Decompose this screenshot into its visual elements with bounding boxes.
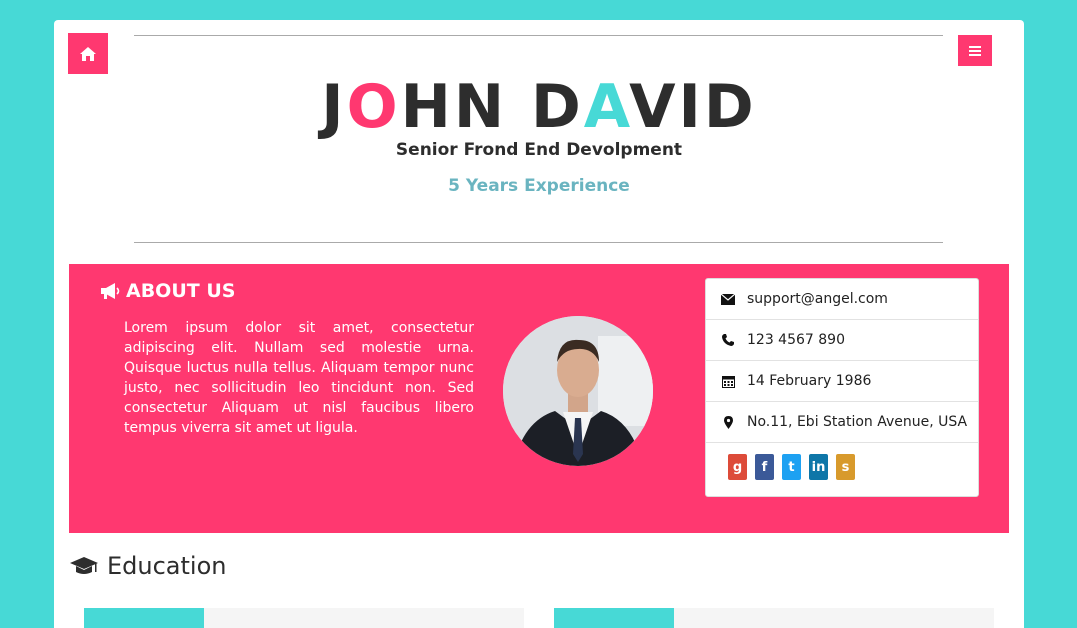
home-button[interactable] — [68, 33, 108, 74]
resume-card: JOHN DAVID Senior Frond End Devolpment 5… — [54, 20, 1024, 628]
name-accent-1: O — [346, 72, 401, 142]
experience-text: 5 Years Experience — [448, 176, 630, 196]
name-part-3: VID — [629, 72, 757, 142]
menu-button[interactable] — [958, 35, 992, 66]
education-card-1 — [84, 608, 524, 628]
contact-address-row: No.11, Ebi Station Avenue, USA — [706, 402, 978, 443]
twitter-icon[interactable]: t — [782, 454, 801, 480]
map-marker-icon — [721, 415, 735, 429]
name-part-1: J — [321, 72, 347, 142]
name-part-2: HN D — [400, 72, 584, 142]
person-name: JOHN DAVID — [54, 72, 1024, 142]
megaphone-icon — [101, 283, 120, 299]
contact-phone: 123 4567 890 — [747, 332, 845, 348]
graduation-cap-icon — [70, 557, 98, 574]
social-links: g f t in s — [706, 443, 978, 480]
about-heading: ABOUT US — [99, 280, 235, 302]
about-title: ABOUT US — [126, 280, 236, 302]
contact-phone-row[interactable]: 123 4567 890 — [706, 320, 978, 361]
contact-card: support@angel.com 123 4567 890 14 Februa… — [705, 278, 979, 497]
header-divider-bottom — [134, 242, 943, 243]
contact-address: No.11, Ebi Station Avenue, USA — [747, 414, 968, 430]
header-divider-top — [134, 35, 943, 36]
contact-email-row[interactable]: support@angel.com — [706, 279, 978, 320]
home-icon — [80, 46, 96, 61]
contact-birthday: 14 February 1986 — [747, 373, 872, 389]
google-plus-icon[interactable]: g — [728, 454, 747, 480]
about-section: ABOUT US Lorem ipsum dolor sit amet, con… — [69, 264, 1009, 533]
calendar-icon — [721, 374, 735, 388]
about-paragraph: Lorem ipsum dolor sit amet, consectetur … — [124, 320, 474, 436]
facebook-icon[interactable]: f — [755, 454, 774, 480]
education-title: Education — [107, 552, 227, 580]
profile-photo — [503, 316, 653, 466]
hamburger-menu-icon — [969, 45, 981, 56]
stackoverflow-icon[interactable]: s — [836, 454, 855, 480]
envelope-icon — [721, 292, 735, 306]
linkedin-icon[interactable]: in — [809, 454, 828, 480]
name-accent-2: A — [583, 72, 630, 142]
education-heading: Education — [69, 552, 226, 580]
job-title: Senior Frond End Devolpment — [395, 140, 683, 160]
contact-email: support@angel.com — [747, 291, 888, 307]
education-date-tag-1 — [84, 608, 204, 628]
contact-birthday-row: 14 February 1986 — [706, 361, 978, 402]
profile-avatar-image — [503, 316, 653, 466]
education-card-2 — [554, 608, 994, 628]
phone-icon — [721, 333, 735, 347]
education-date-tag-2 — [554, 608, 674, 628]
